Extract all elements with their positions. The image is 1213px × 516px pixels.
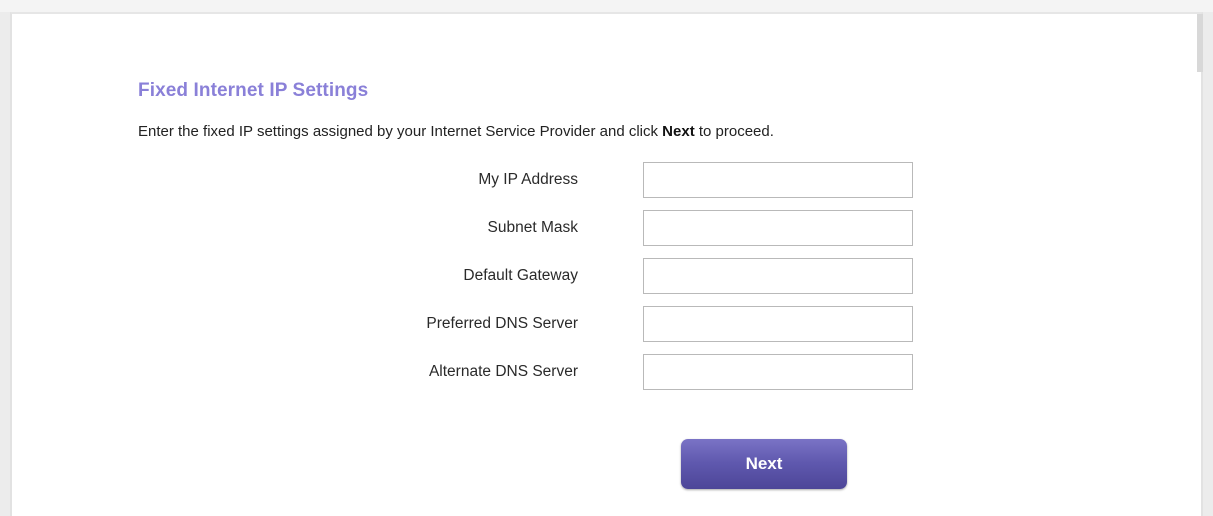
form-row-ip-address: My IP Address <box>12 162 1205 198</box>
default-gateway-label: Default Gateway <box>463 267 578 284</box>
instructions-next-keyword: Next <box>662 123 695 140</box>
default-gateway-input[interactable] <box>643 258 913 294</box>
instructions-prefix: Enter the fixed IP settings assigned by … <box>138 123 663 140</box>
preferred-dns-label: Preferred DNS Server <box>426 315 578 332</box>
form-row-preferred-dns: Preferred DNS Server <box>12 306 1205 342</box>
next-button[interactable]: Next <box>681 439 847 489</box>
scrollbar[interactable] <box>1197 14 1203 72</box>
instructions-text: Enter the fixed IP settings assigned by … <box>138 123 774 140</box>
page-title: Fixed Internet IP Settings <box>138 80 369 101</box>
form-row-subnet-mask: Subnet Mask <box>12 210 1205 246</box>
form-row-alternate-dns: Alternate DNS Server <box>12 354 1205 390</box>
settings-panel: Fixed Internet IP Settings Enter the fix… <box>10 12 1203 516</box>
top-strip <box>0 0 1213 12</box>
preferred-dns-input[interactable] <box>643 306 913 342</box>
instructions-suffix: to proceed. <box>694 123 774 140</box>
ip-address-input[interactable] <box>643 162 913 198</box>
alternate-dns-input[interactable] <box>643 354 913 390</box>
ip-address-label: My IP Address <box>478 171 578 188</box>
subnet-mask-label: Subnet Mask <box>487 219 578 236</box>
form-row-default-gateway: Default Gateway <box>12 258 1205 294</box>
alternate-dns-label: Alternate DNS Server <box>428 363 578 380</box>
subnet-mask-input[interactable] <box>643 210 913 246</box>
